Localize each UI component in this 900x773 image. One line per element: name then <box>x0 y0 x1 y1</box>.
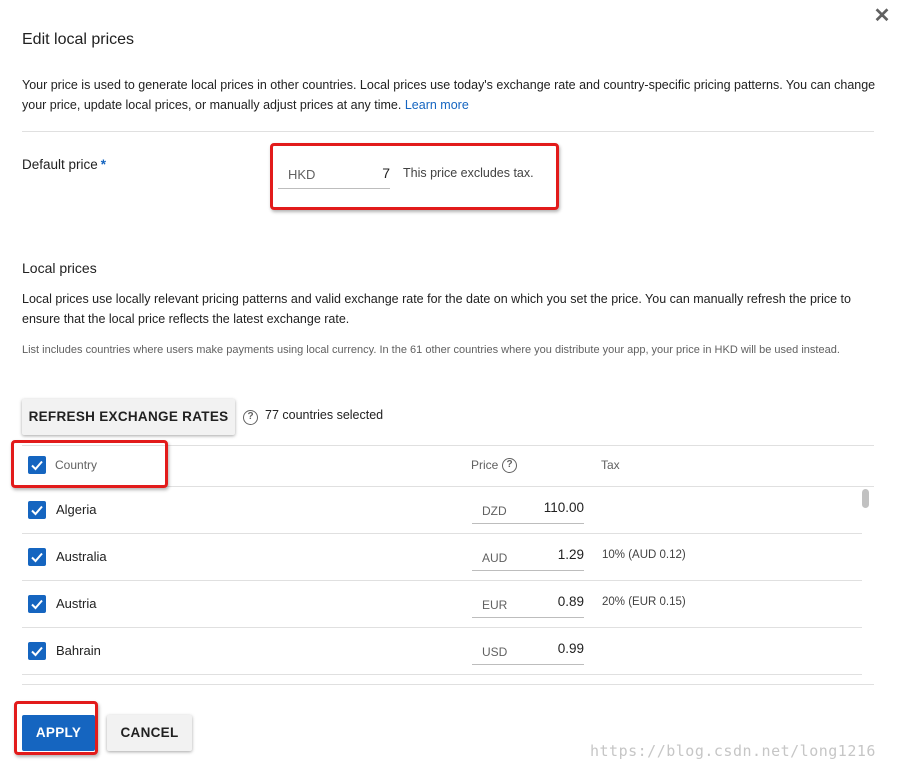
local-price-input[interactable]: EUR 0.89 <box>472 590 584 618</box>
check-icon <box>31 460 43 471</box>
learn-more-link[interactable]: Learn more <box>405 98 469 112</box>
divider <box>22 131 874 132</box>
row-checkbox[interactable] <box>28 501 46 519</box>
local-price-currency: DZD <box>482 504 507 518</box>
watermark: https://blog.csdn.net/long1216 <box>590 742 876 760</box>
price-tax-note: This price excludes tax. <box>403 166 534 180</box>
required-asterisk: * <box>100 157 107 172</box>
table-row: Algeria DZD 110.00 <box>22 487 862 534</box>
row-checkbox[interactable] <box>28 548 46 566</box>
tax-value: 10% (AUD 0.12) <box>602 549 686 561</box>
apply-button[interactable]: APPLY <box>22 715 95 751</box>
country-name: Bahrain <box>56 643 101 658</box>
row-checkbox[interactable] <box>28 595 46 613</box>
local-price-value[interactable]: 1.29 <box>558 547 584 562</box>
default-price-label-text: Default price <box>22 157 98 172</box>
local-price-value[interactable]: 0.99 <box>558 641 584 656</box>
selected-count: 77 countries selected <box>265 408 384 422</box>
intro-text: Your price is used to generate local pri… <box>22 75 882 115</box>
country-price-list: Algeria DZD 110.00 Australia AUD 1.29 10… <box>22 487 874 685</box>
local-currency-note: List includes countries where users make… <box>22 344 840 356</box>
table-header: Country Price ? Tax <box>22 445 874 487</box>
refresh-exchange-rates-button[interactable]: REFRESH EXCHANGE RATES <box>22 399 235 435</box>
price-help-icon[interactable]: ? <box>502 458 517 473</box>
column-header-price: Price <box>471 458 498 472</box>
local-prices-heading: Local prices <box>22 260 97 276</box>
country-name: Australia <box>56 549 107 564</box>
local-price-currency: EUR <box>482 598 508 612</box>
check-icon <box>31 552 43 563</box>
table-row: Austria EUR 0.89 20% (EUR 0.15) <box>22 581 862 628</box>
local-prices-description: Local prices use locally relevant pricin… <box>22 292 851 326</box>
table-row: Bahrain USD 0.99 <box>22 628 862 675</box>
help-circle-icon[interactable]: ? <box>243 410 258 425</box>
table-row: Australia AUD 1.29 10% (AUD 0.12) <box>22 534 862 581</box>
dialog-title: Edit local prices <box>22 31 135 48</box>
cancel-button[interactable]: CANCEL <box>107 715 192 751</box>
local-price-value[interactable]: 0.89 <box>558 594 584 609</box>
close-icon: ✕ <box>873 5 891 27</box>
local-price-input[interactable]: USD 0.99 <box>472 637 584 665</box>
check-icon <box>31 599 43 610</box>
list-scrollbar[interactable] <box>860 487 872 685</box>
country-name: Algeria <box>56 502 97 517</box>
check-icon <box>31 505 43 516</box>
column-header-country: Country <box>55 458 98 472</box>
local-price-value[interactable]: 110.00 <box>544 500 584 515</box>
default-price-input[interactable]: HKD 7 <box>278 163 390 189</box>
close-button[interactable]: ✕ <box>872 6 892 26</box>
local-price-currency: AUD <box>482 551 508 565</box>
column-header-tax: Tax <box>601 458 620 472</box>
default-price-value[interactable]: 7 <box>382 165 390 181</box>
column-header-price-text: Price <box>471 458 499 472</box>
country-name: Austria <box>56 596 97 611</box>
check-icon <box>31 646 43 657</box>
default-price-label: Default price * <box>22 157 106 172</box>
scrollbar-thumb[interactable] <box>862 489 869 508</box>
default-price-currency: HKD <box>288 167 316 182</box>
local-price-input[interactable]: DZD 110.00 <box>472 496 584 524</box>
local-price-currency: USD <box>482 645 508 659</box>
tax-value: 20% (EUR 0.15) <box>602 596 686 608</box>
local-price-input[interactable]: AUD 1.29 <box>472 543 584 571</box>
row-checkbox[interactable] <box>28 642 46 660</box>
select-all-checkbox[interactable] <box>28 456 46 474</box>
